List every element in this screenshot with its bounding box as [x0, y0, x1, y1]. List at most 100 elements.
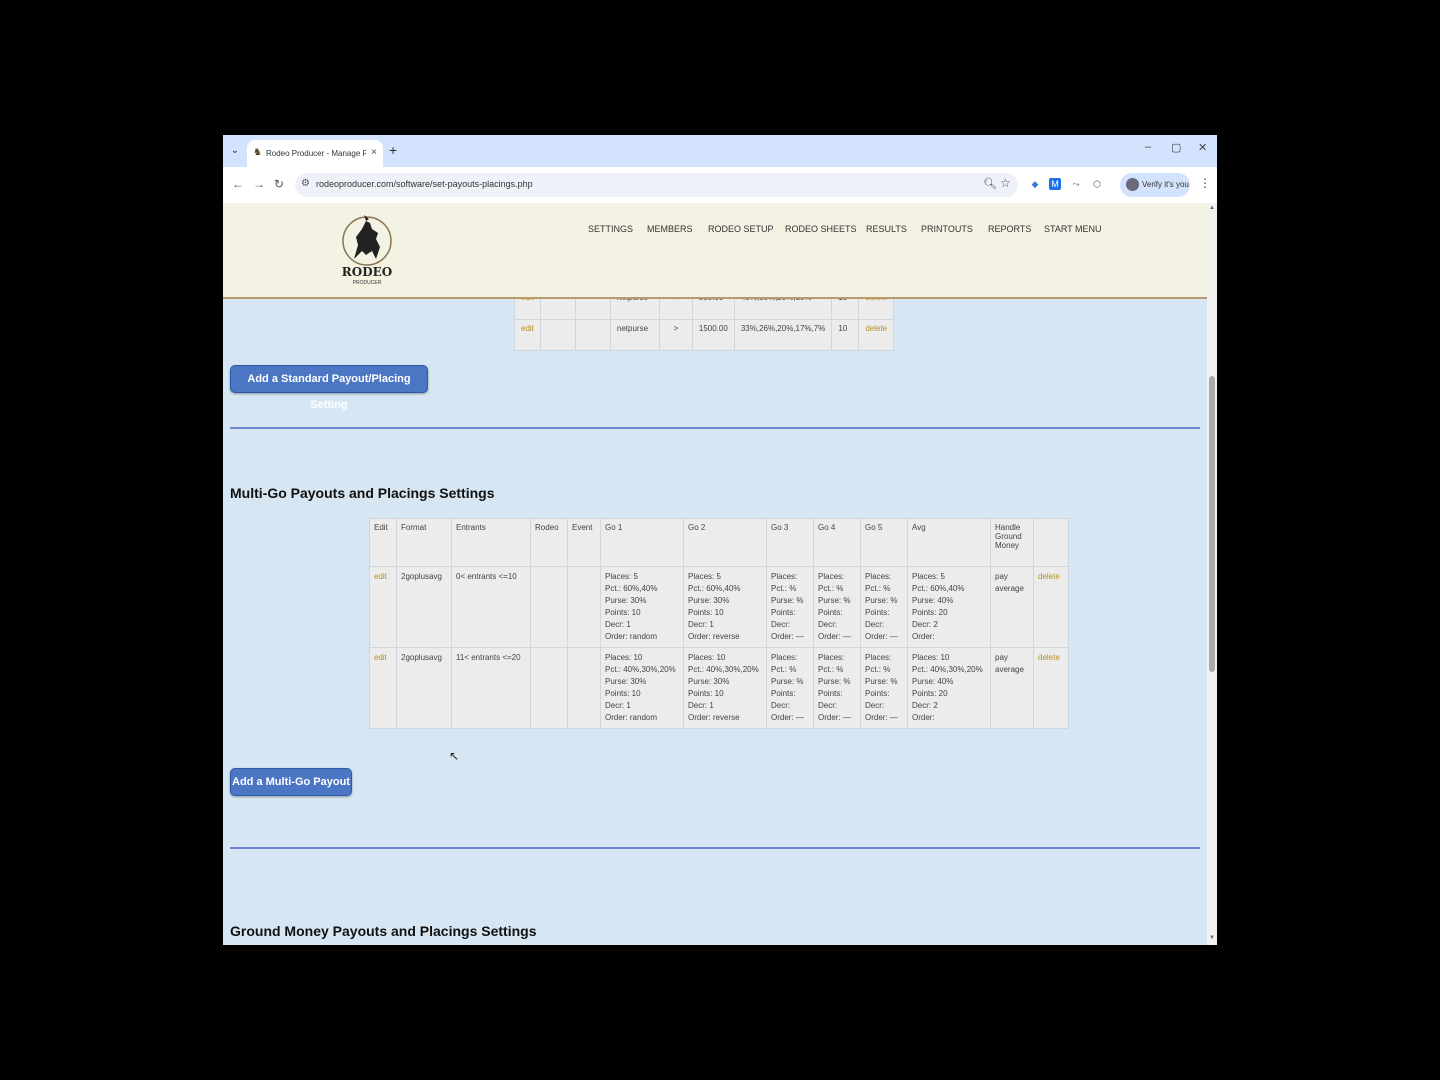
nav-rodeo-setup[interactable]: RODEO SETUP [708, 224, 774, 234]
browser-tab[interactable]: ♞ Rodeo Producer - Manage Pay × [247, 140, 383, 167]
nav-members[interactable]: MEMBERS [647, 224, 693, 234]
nav-reports[interactable]: REPORTS [988, 224, 1031, 234]
edit-link[interactable]: edit [374, 572, 387, 581]
column-header: Go 5 [860, 518, 908, 567]
page-scrollbar[interactable]: ▲ ▼ [1207, 203, 1217, 945]
delete-link[interactable]: delete [1038, 653, 1060, 662]
nav-settings[interactable]: SETTINGS [588, 224, 633, 234]
reload-icon[interactable]: ↻ [274, 177, 284, 191]
table-cell: 10 [831, 319, 860, 351]
column-header: Event [567, 518, 601, 567]
tab-title: Rodeo Producer - Manage Pay [266, 149, 366, 158]
profile-label: Verify it's you [1142, 180, 1189, 189]
table-cell: 0< entrants <=10 [451, 566, 531, 648]
table-cell: Places: 10 Pct.: 40%,30%,20% Purse: 30% … [600, 647, 684, 729]
horse-logo-icon [342, 215, 392, 266]
nav-start-menu[interactable]: START MENU [1044, 224, 1102, 234]
zoom-icon[interactable]: 🔍︎ [983, 177, 997, 190]
table-cell [567, 647, 601, 729]
table-cell: pay average [990, 566, 1034, 648]
logo-subtext: PRODUCER [352, 280, 382, 286]
section-divider [230, 427, 1200, 429]
table-row: edit 2goplusavg 0< entrants <=10 Places:… [369, 566, 1069, 648]
address-bar[interactable]: ⚙ rodeoproducer.com/software/set-payouts… [295, 173, 1018, 197]
edit-link[interactable]: edit [374, 653, 387, 662]
table-cell [567, 566, 601, 648]
site-info-icon[interactable]: ⚙ [301, 178, 310, 189]
table-cell: Places: 5 Pct.: 60%,40% Purse: 40% Point… [907, 566, 991, 648]
close-window-icon[interactable]: ✕ [1198, 141, 1207, 154]
table-cell: 33%,26%,20%,17%,7% [733, 319, 833, 351]
column-header: Handle Ground Money [990, 518, 1034, 567]
browser-menu-icon[interactable]: ⋮ [1199, 176, 1211, 190]
new-tab-icon[interactable]: + [389, 142, 397, 158]
table-cell: Places: Pct.: % Purse: % Points: Decr: O… [813, 566, 861, 648]
ground-money-title: Ground Money Payouts and Placings Settin… [230, 923, 537, 939]
nav-results[interactable]: RESULTS [866, 224, 907, 234]
site-header: RODEO PRODUCER SETTINGS MEMBERS RODEO SE… [223, 203, 1207, 299]
table-cell: Places: 10 Pct.: 40%,30%,20% Purse: 40% … [907, 647, 991, 729]
table-cell: Places: Pct.: % Purse: % Points: Decr: O… [766, 647, 814, 729]
maximize-icon[interactable]: ▢ [1171, 141, 1181, 154]
table-cell: netpurse [609, 319, 660, 351]
back-icon[interactable]: ← [232, 177, 244, 191]
table-cell: Places: 10 Pct.: 40%,30%,20% Purse: 30% … [683, 647, 767, 729]
add-multigo-payout-button[interactable]: Add a Multi-Go Payout [230, 768, 352, 796]
table-cell [539, 319, 576, 351]
nav-rodeo-sheets[interactable]: RODEO SHEETS [785, 224, 857, 234]
site-logo[interactable]: RODEO PRODUCER [336, 211, 398, 291]
profile-button[interactable]: Verify it's you [1120, 173, 1190, 197]
add-standard-payout-button[interactable]: Add a Standard Payout/Placing Setting [230, 365, 428, 411]
minimize-icon[interactable]: – [1145, 141, 1151, 153]
page-content: RODEO PRODUCER SETTINGS MEMBERS RODEO SE… [223, 203, 1207, 945]
multigo-title: Multi-Go Payouts and Placings Settings [230, 485, 495, 501]
scroll-thumb[interactable] [1209, 376, 1215, 672]
delete-link[interactable]: delete [865, 324, 887, 333]
url-text: rodeoproducer.com/software/set-payouts-p… [316, 179, 533, 189]
column-header: Rodeo [530, 518, 568, 567]
edit-link[interactable]: edit [521, 324, 534, 333]
site-favicon-icon: ♞ [253, 147, 262, 158]
column-header: Go 1 [600, 518, 684, 567]
extension-icon-2[interactable]: M [1049, 178, 1061, 190]
table-cell: 11< entrants <=20 [451, 647, 531, 729]
table-cell [574, 319, 611, 351]
table-cell: Places: Pct.: % Purse: % Points: Decr: O… [813, 647, 861, 729]
table-cell: 2goplusavg [396, 566, 452, 648]
column-header: Go 2 [683, 518, 767, 567]
bookmark-star-icon[interactable]: ☆ [1000, 176, 1011, 190]
extension-icon-1[interactable]: ◆ [1029, 178, 1041, 190]
column-header: Go 3 [766, 518, 814, 567]
extension-icon-3[interactable]: ⤳ [1070, 178, 1082, 190]
table-header-row: Edit Format Entrants Rodeo Event Go 1 Go… [369, 518, 1069, 567]
mouse-cursor-icon: ↖ [449, 749, 460, 763]
tab-close-icon[interactable]: × [371, 147, 377, 158]
column-header: Avg [907, 518, 991, 567]
table-cell [530, 647, 568, 729]
column-header: Format [396, 518, 452, 567]
table-cell: 1500.00 [691, 319, 735, 351]
column-header: Go 4 [813, 518, 861, 567]
tab-search-icon[interactable]: ⌄ [227, 142, 243, 160]
forward-icon[interactable]: → [253, 177, 265, 191]
column-header [1033, 518, 1069, 567]
multigo-payouts-table: Edit Format Entrants Rodeo Event Go 1 Go… [369, 518, 1069, 729]
column-header: Edit [369, 518, 397, 567]
table-cell: Places: Pct.: % Purse: % Points: Decr: O… [860, 647, 908, 729]
browser-toolbar: ← → ↻ ⚙ rodeoproducer.com/software/set-p… [223, 167, 1217, 203]
scroll-up-icon[interactable]: ▲ [1209, 205, 1215, 211]
table-cell: 2goplusavg [396, 647, 452, 729]
table-cell: Places: 5 Pct.: 60%,40% Purse: 30% Point… [683, 566, 767, 648]
browser-window: ⌄ ♞ Rodeo Producer - Manage Pay × + – ▢ … [223, 135, 1217, 945]
extensions-puzzle-icon[interactable]: ⬡ [1091, 178, 1103, 190]
nav-printouts[interactable]: PRINTOUTS [921, 224, 973, 234]
delete-link[interactable]: delete [1038, 572, 1060, 581]
logo-text: RODEO [341, 265, 393, 279]
table-cell: Places: Pct.: % Purse: % Points: Decr: O… [860, 566, 908, 648]
table-cell: Places: 5 Pct.: 60%,40% Purse: 30% Point… [600, 566, 684, 648]
table-cell: Places: Pct.: % Purse: % Points: Decr: O… [766, 566, 814, 648]
table-row: edit netpurse > 1500.00 33%,26%,20%,17%,… [514, 319, 895, 351]
avatar [1126, 178, 1139, 191]
scroll-down-icon[interactable]: ▼ [1209, 935, 1215, 941]
tab-strip: ⌄ ♞ Rodeo Producer - Manage Pay × + – ▢ … [223, 135, 1217, 167]
